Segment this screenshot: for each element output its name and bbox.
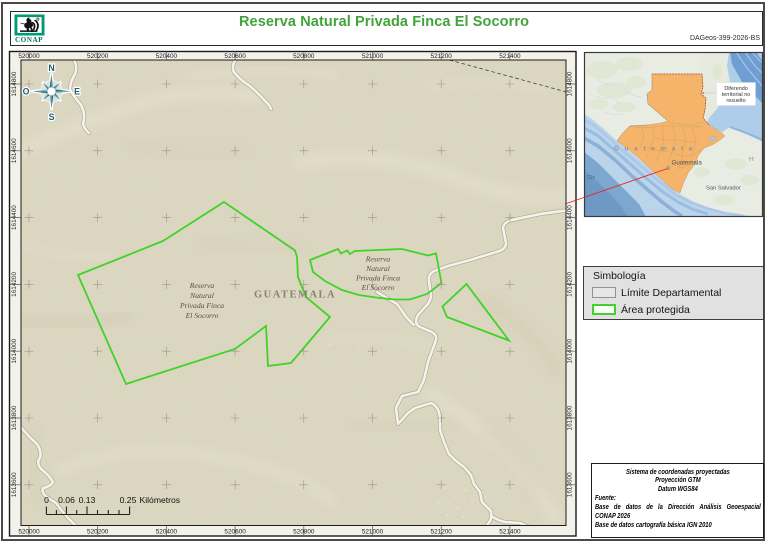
svg-text:0: 0	[44, 495, 49, 505]
svg-text:0.13: 0.13	[79, 495, 96, 505]
svg-text:El Socorro: El Socorro	[185, 311, 219, 320]
svg-text:Natural: Natural	[189, 291, 214, 300]
svg-text:resuelto: resuelto	[726, 98, 745, 104]
svg-text:Privada Finca: Privada Finca	[355, 274, 400, 283]
svg-text:H o: H o	[749, 156, 768, 163]
svg-text:22т: 22т	[587, 175, 596, 181]
svg-text:Reserva: Reserva	[189, 281, 215, 290]
svg-text:El Socorro: El Socorro	[361, 283, 395, 292]
svg-text:Privada Finca: Privada Finca	[179, 301, 224, 310]
svg-text:0.25: 0.25	[120, 495, 137, 505]
svg-text:Guatemala: Guatemala	[672, 160, 703, 167]
svg-text:N: N	[48, 63, 54, 73]
svg-text:Reserva: Reserva	[365, 255, 391, 264]
svg-text:O: O	[23, 87, 30, 97]
svg-text:GUATEMALA: GUATEMALA	[254, 290, 336, 301]
svg-text:0.06: 0.06	[58, 495, 75, 505]
svg-text:S: S	[49, 112, 55, 122]
svg-text:Kilómetros: Kilómetros	[140, 495, 181, 505]
svg-text:San Salvador: San Salvador	[706, 186, 741, 192]
svg-text:E: E	[74, 87, 80, 97]
svg-text:G u a t e m a l a: G u a t e m a l a	[614, 146, 694, 153]
svg-text:Natural: Natural	[365, 264, 390, 273]
